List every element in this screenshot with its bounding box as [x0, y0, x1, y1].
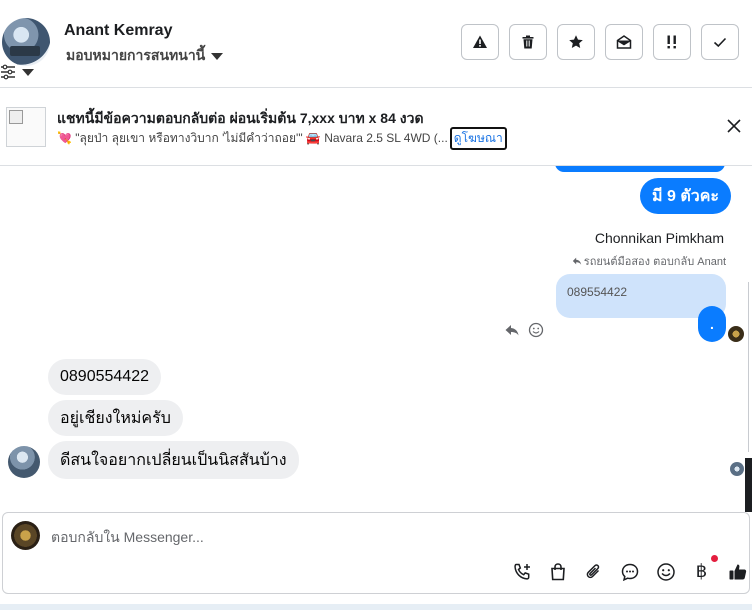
priority-button[interactable]	[653, 24, 691, 60]
notification-dot	[711, 555, 718, 562]
scrollbar[interactable]	[745, 458, 752, 512]
like-icon	[729, 564, 746, 579]
mark-done-button[interactable]	[701, 24, 739, 60]
reply-context: รถยนต์มือสอง ตอบกลับ Anant	[572, 252, 726, 270]
incoming-message[interactable]: อยู่เชียงใหม่ครับ	[48, 400, 183, 436]
ad-thumbnail[interactable]	[6, 107, 46, 147]
contact-avatar-small[interactable]	[8, 446, 40, 478]
react-emoji-icon[interactable]	[528, 322, 544, 338]
conversation-header: Anant Kemray มอบหมายการสนทนานี้	[0, 0, 752, 88]
divider	[748, 282, 749, 452]
conversation-toolbar	[461, 24, 739, 60]
done-check-icon	[713, 37, 727, 48]
attach-button[interactable]	[583, 561, 604, 582]
close-icon[interactable]	[726, 118, 742, 134]
message-bubble-clipped	[555, 166, 725, 172]
priority-icon	[667, 35, 676, 49]
delete-button[interactable]	[509, 24, 547, 60]
ad-title: แชทนี้มีข้อความตอบกลับต่อ ผ่อนเริ่มต้น 7…	[57, 110, 424, 126]
trash-icon	[522, 35, 534, 49]
star-button[interactable]	[557, 24, 595, 60]
reply-composer: ฿	[2, 512, 750, 594]
saved-reply-button[interactable]	[619, 561, 640, 582]
outgoing-message[interactable]: .	[698, 306, 726, 342]
attachment-icon	[586, 563, 599, 578]
ad-context-bar: แชทนี้มีข้อความตอบกลับต่อ ผ่อนเริ่มต้น 7…	[0, 88, 752, 166]
ad-subtitle: 💘 "ลุยป่า ลุยเขา หรือทางวิบาก 'ไม่มีคำว่…	[57, 130, 448, 145]
message-actions	[504, 322, 544, 338]
outgoing-message[interactable]: มี 9 ตัวคะ	[640, 178, 732, 214]
chevron-down-icon	[211, 52, 224, 60]
baht-payment-icon: ฿	[695, 561, 708, 582]
payment-button[interactable]: ฿	[691, 555, 718, 582]
call-add-icon	[513, 563, 530, 580]
page-avatar	[11, 521, 40, 550]
reply-input[interactable]	[51, 526, 651, 548]
assign-label: มอบหมายการสนทนานี้	[66, 47, 206, 63]
report-icon	[473, 35, 487, 48]
mark-unread-icon	[616, 35, 632, 49]
star-icon	[569, 35, 583, 48]
filter-toggle[interactable]	[0, 62, 40, 82]
contact-name[interactable]: Anant Kemray	[64, 22, 172, 40]
reply-context-text: รถยนต์มือสอง ตอบกลับ Anant	[583, 256, 726, 268]
reply-icon[interactable]	[504, 322, 520, 338]
seen-avatar	[730, 462, 744, 476]
report-button[interactable]	[461, 24, 499, 60]
saved-reply-icon	[621, 563, 638, 581]
emoji-button[interactable]	[655, 561, 676, 582]
contact-avatar[interactable]	[2, 18, 50, 66]
footer-strip	[0, 604, 752, 610]
shop-button[interactable]	[547, 561, 568, 582]
chevron-down-icon	[22, 68, 34, 76]
reply-arrow-icon	[572, 257, 581, 265]
call-add-button[interactable]	[511, 561, 532, 582]
assign-conversation-dropdown[interactable]: มอบหมายการสนทนานี้	[66, 45, 224, 67]
mark-unread-button[interactable]	[605, 24, 643, 60]
incoming-message[interactable]: ดีสนใจอยากเปลี่ยนเป็นนิสสันบ้าง	[48, 441, 299, 479]
sender-name: Chonnikan Pimkham	[594, 230, 724, 246]
sliders-icon	[1, 64, 15, 80]
seen-avatar	[728, 326, 744, 342]
view-ad-link[interactable]: ดูโฆษณา	[449, 126, 507, 150]
composer-tools: ฿	[511, 555, 748, 582]
like-button[interactable]	[727, 561, 748, 582]
emoji-icon	[656, 562, 675, 581]
shopping-bag-icon	[550, 562, 565, 580]
message-thread[interactable]: มี 9 ตัวคะ Chonnikan Pimkham รถยนต์มือสอ…	[0, 166, 752, 512]
incoming-message[interactable]: 0890554422	[48, 359, 161, 395]
ad-subtitle-row: 💘 "ลุยป่า ลุยเขา หรือทางวิบาก 'ไม่มีคำว่…	[57, 126, 507, 150]
